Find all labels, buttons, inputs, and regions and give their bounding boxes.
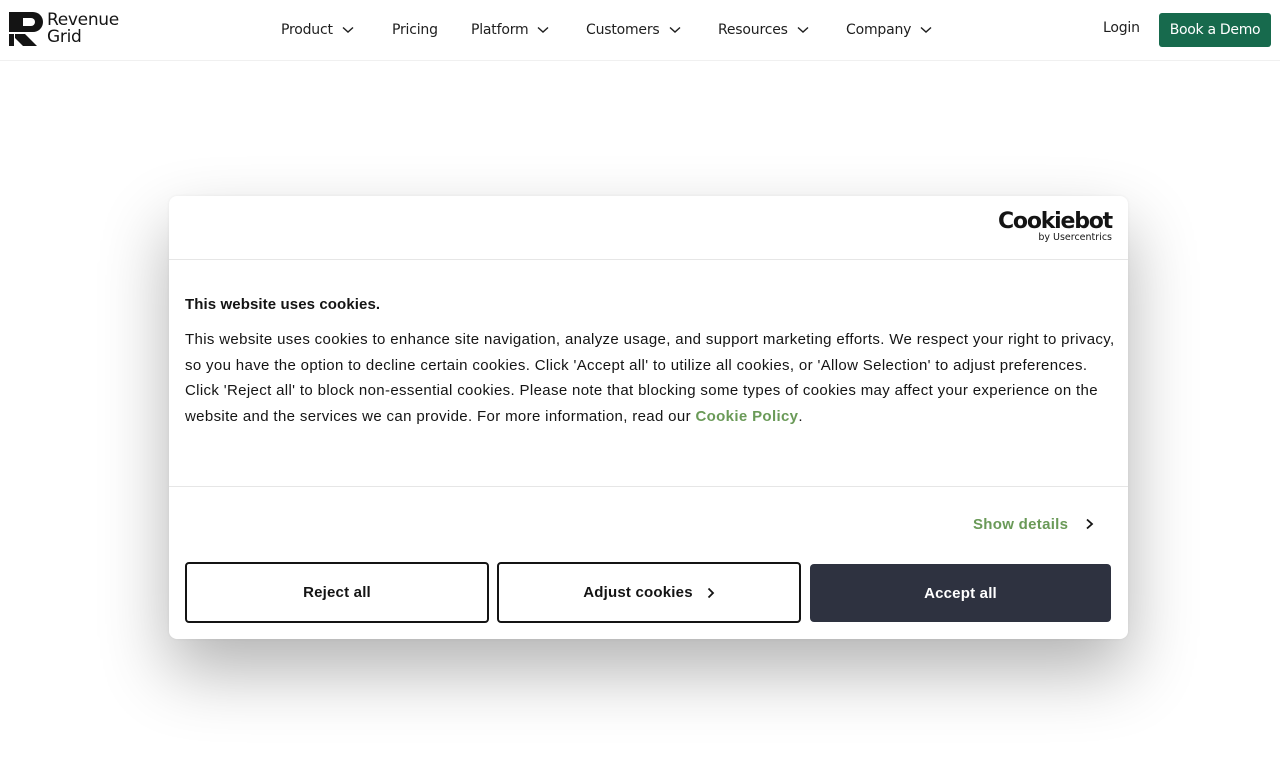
adjust-cookies-label: Adjust cookies bbox=[583, 584, 693, 601]
cookiebot-logo[interactable]: Cookiebot by Usercentrics bbox=[998, 210, 1113, 246]
nav-item-label: Platform bbox=[471, 22, 529, 38]
chevron-down-icon bbox=[342, 26, 354, 33]
cookiebot-wordmark: Cookiebot bbox=[997, 209, 1113, 234]
accept-all-label: Accept all bbox=[924, 584, 997, 602]
nav-item-label: Company bbox=[846, 22, 912, 38]
description-period: . bbox=[798, 407, 803, 425]
nav-item-label: Customers bbox=[586, 22, 660, 38]
chevron-down-icon bbox=[920, 26, 932, 33]
chevron-right-icon bbox=[1086, 518, 1094, 530]
cookie-policy-link[interactable]: Cookie Policy bbox=[695, 408, 798, 425]
login-link[interactable]: Login bbox=[1103, 20, 1140, 36]
show-details-link[interactable]: Show details bbox=[973, 514, 1094, 534]
nav-item-customers[interactable]: Customers bbox=[586, 20, 681, 40]
cookiebot-tagline: by Usercentrics bbox=[1038, 232, 1112, 243]
nav-item-label: Resources bbox=[718, 22, 788, 38]
chevron-right-icon bbox=[707, 587, 715, 598]
show-details-label: Show details bbox=[973, 515, 1069, 533]
chevron-down-icon bbox=[797, 26, 809, 33]
nav-item-company[interactable]: Company bbox=[846, 20, 932, 40]
adjust-cookies-button[interactable]: Adjust cookies bbox=[497, 562, 801, 623]
nav-item-label: Pricing bbox=[392, 22, 438, 38]
dialog-body: This website uses cookies. This website … bbox=[169, 261, 1128, 487]
main-nav: Product Pricing Platform Customers Resou… bbox=[0, 0, 1280, 60]
dialog-description-text: This website uses cookies to enhance sit… bbox=[185, 331, 1115, 425]
book-demo-button[interactable]: Book a Demo bbox=[1159, 13, 1271, 47]
dialog-header: Cookiebot by Usercentrics bbox=[169, 196, 1128, 260]
accept-all-button[interactable]: Accept all bbox=[810, 564, 1111, 622]
nav-item-label: Product bbox=[281, 22, 333, 38]
reject-all-button[interactable]: Reject all bbox=[185, 562, 489, 623]
site-header: Revenue Grid Product Pricing Platform Cu… bbox=[0, 0, 1280, 61]
nav-item-product[interactable]: Product bbox=[281, 20, 354, 40]
nav-item-pricing[interactable]: Pricing bbox=[392, 20, 438, 40]
nav-item-platform[interactable]: Platform bbox=[471, 20, 549, 40]
reject-all-label: Reject all bbox=[303, 584, 371, 601]
dialog-title: This website uses cookies. bbox=[185, 296, 381, 313]
chevron-down-icon bbox=[669, 26, 680, 33]
nav-item-resources[interactable]: Resources bbox=[718, 20, 809, 40]
dialog-description: This website uses cookies to enhance sit… bbox=[185, 327, 1115, 429]
cookie-consent-dialog: Cookiebot by Usercentrics This website u… bbox=[169, 196, 1128, 639]
chevron-down-icon bbox=[537, 26, 549, 33]
